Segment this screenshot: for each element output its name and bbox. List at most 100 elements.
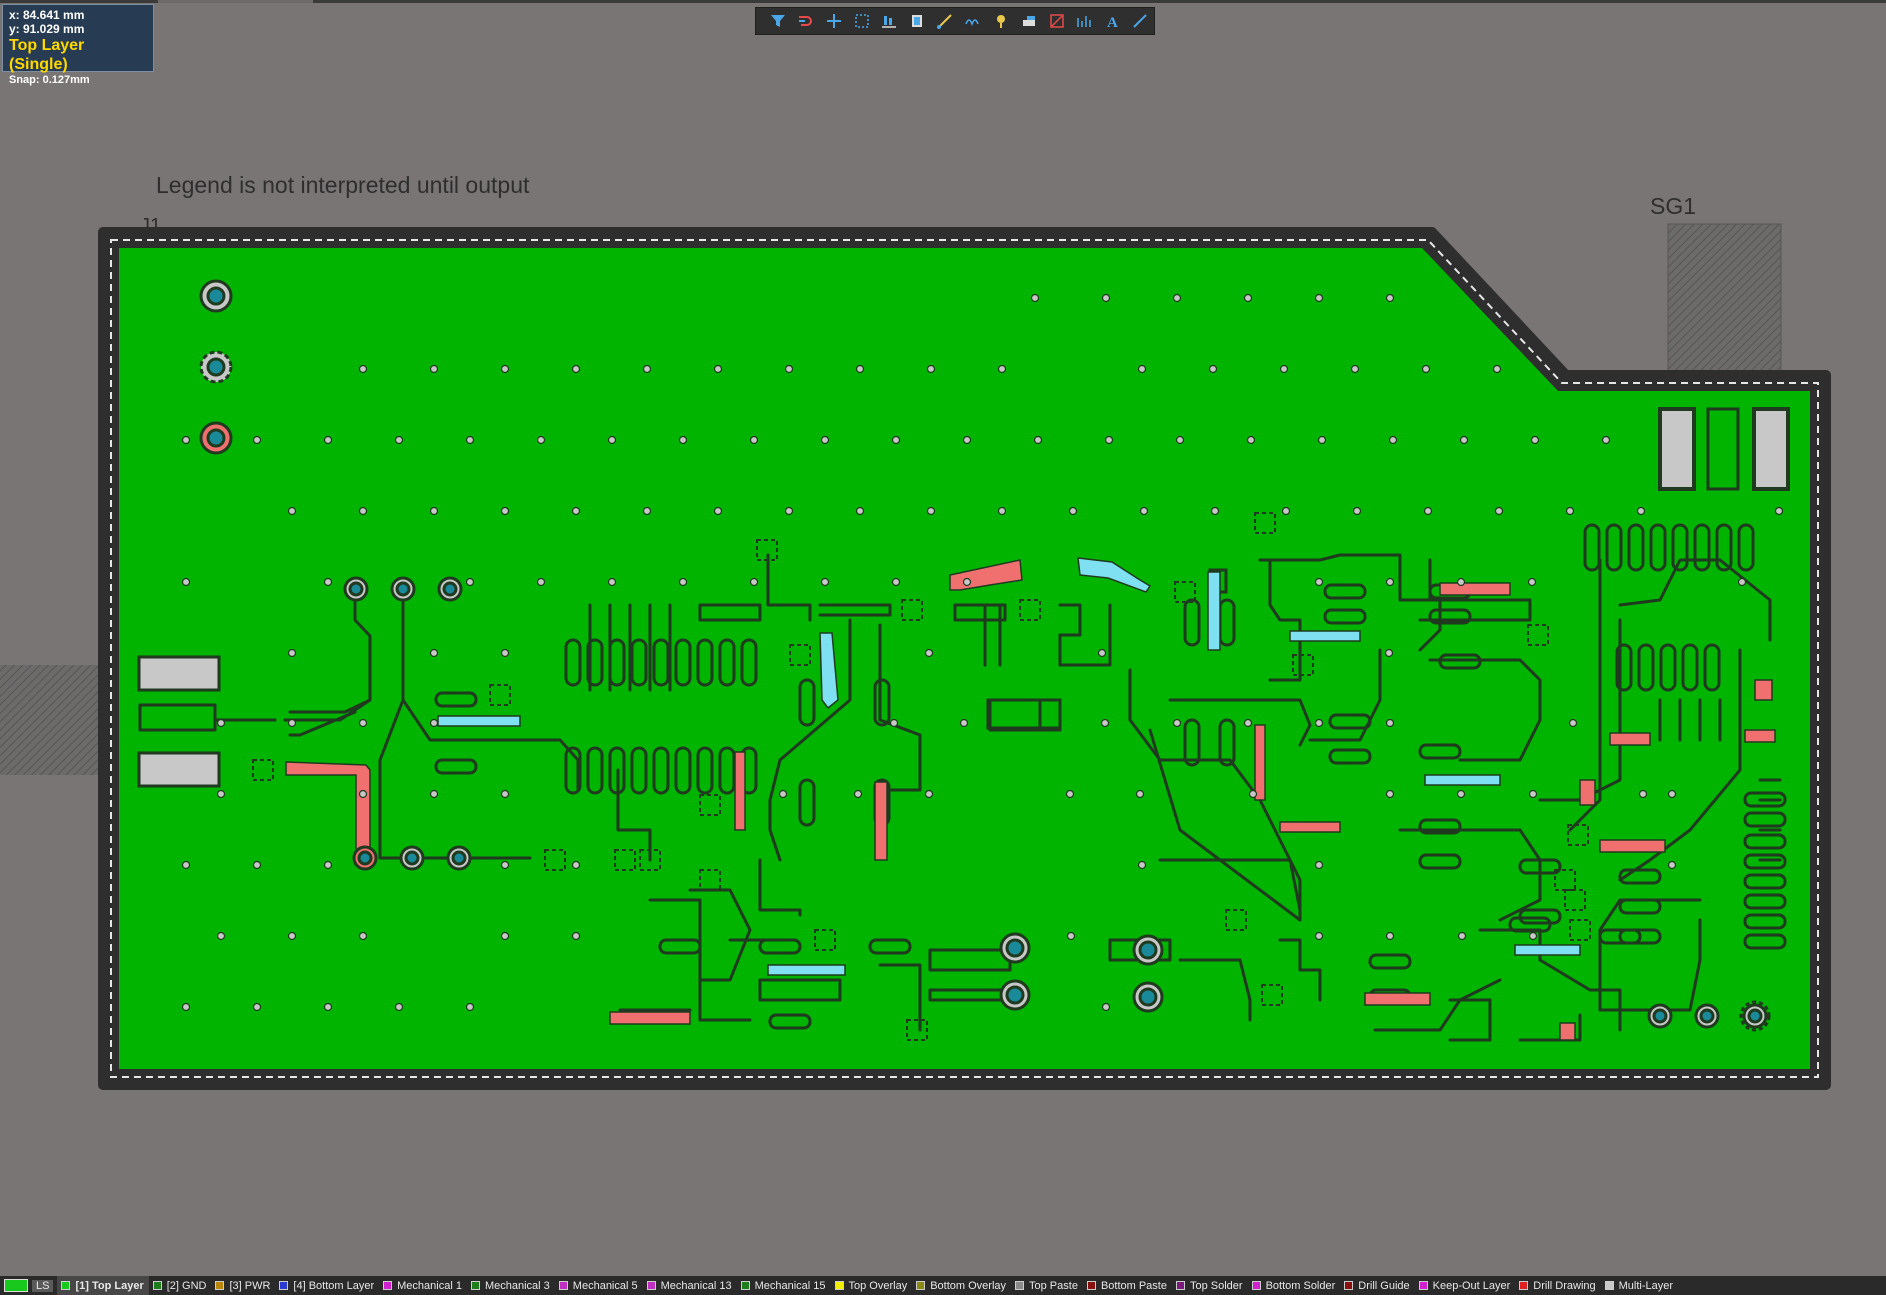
- via[interactable]: [1030, 293, 1040, 303]
- place-via-button[interactable]: [1015, 9, 1043, 33]
- via[interactable]: [1246, 435, 1256, 445]
- via[interactable]: [1459, 435, 1469, 445]
- layer-tab[interactable]: Top Overlay: [831, 1276, 913, 1295]
- via[interactable]: [1172, 718, 1182, 728]
- via[interactable]: [571, 860, 581, 870]
- via[interactable]: [323, 860, 333, 870]
- via[interactable]: [323, 1002, 333, 1012]
- via[interactable]: [962, 435, 972, 445]
- via[interactable]: [500, 789, 510, 799]
- via[interactable]: [1421, 364, 1431, 374]
- line-button[interactable]: [1126, 9, 1154, 33]
- via[interactable]: [571, 506, 581, 516]
- via[interactable]: [358, 931, 368, 941]
- via[interactable]: [1314, 577, 1324, 587]
- via[interactable]: [1137, 364, 1147, 374]
- via[interactable]: [1100, 718, 1110, 728]
- via[interactable]: [1530, 435, 1540, 445]
- pcb-canvas[interactable]: Legend is not interpreted until output J…: [0, 0, 1886, 1295]
- via[interactable]: [287, 506, 297, 516]
- layer-tab[interactable]: Mechanical 3: [467, 1276, 555, 1295]
- via[interactable]: [678, 435, 688, 445]
- via[interactable]: [1456, 577, 1466, 587]
- via[interactable]: [465, 435, 475, 445]
- via[interactable]: [1385, 293, 1395, 303]
- via[interactable]: [853, 789, 863, 799]
- via[interactable]: [1314, 931, 1324, 941]
- via[interactable]: [713, 364, 723, 374]
- via[interactable]: [252, 435, 262, 445]
- text-button[interactable]: A: [1098, 9, 1126, 33]
- via[interactable]: [642, 364, 652, 374]
- via[interactable]: [323, 577, 333, 587]
- via[interactable]: [1137, 860, 1147, 870]
- via[interactable]: [429, 364, 439, 374]
- via[interactable]: [924, 789, 934, 799]
- interactive-routing-button[interactable]: [931, 9, 959, 33]
- via[interactable]: [1667, 789, 1677, 799]
- via[interactable]: [181, 577, 191, 587]
- via[interactable]: [1385, 718, 1395, 728]
- via[interactable]: [1352, 506, 1362, 516]
- layer-tab[interactable]: Top Paste: [1011, 1276, 1083, 1295]
- via[interactable]: [500, 364, 510, 374]
- layer-tab[interactable]: Bottom Solder: [1248, 1276, 1341, 1295]
- via[interactable]: [1774, 506, 1784, 516]
- via[interactable]: [1350, 364, 1360, 374]
- via[interactable]: [997, 506, 1007, 516]
- via[interactable]: [358, 506, 368, 516]
- via[interactable]: [778, 789, 788, 799]
- via[interactable]: [216, 718, 226, 728]
- via[interactable]: [500, 648, 510, 658]
- via[interactable]: [1314, 293, 1324, 303]
- via[interactable]: [1175, 435, 1185, 445]
- via[interactable]: [1667, 860, 1677, 870]
- via[interactable]: [1492, 364, 1502, 374]
- via[interactable]: [1314, 718, 1324, 728]
- layer-tab[interactable]: Bottom Paste: [1083, 1276, 1172, 1295]
- via[interactable]: [500, 506, 510, 516]
- via[interactable]: [1281, 506, 1291, 516]
- via[interactable]: [1068, 506, 1078, 516]
- diff-pair-button[interactable]: [959, 9, 987, 33]
- layer-tab[interactable]: [1] Top Layer: [57, 1276, 149, 1295]
- via[interactable]: [855, 364, 865, 374]
- layer-tab[interactable]: Mechanical 1: [379, 1276, 467, 1295]
- layer-tab[interactable]: Mechanical 5: [555, 1276, 643, 1295]
- via[interactable]: [500, 860, 510, 870]
- via[interactable]: [1097, 648, 1107, 658]
- via[interactable]: [713, 506, 723, 516]
- via[interactable]: [287, 931, 297, 941]
- length-tune-button[interactable]: [987, 9, 1015, 33]
- via[interactable]: [571, 364, 581, 374]
- via[interactable]: [1172, 293, 1182, 303]
- via[interactable]: [1737, 577, 1747, 587]
- layer-tab[interactable]: [4] Bottom Layer: [275, 1276, 379, 1295]
- route-button[interactable]: [792, 9, 820, 33]
- layer-tab[interactable]: [2] GND: [149, 1276, 212, 1295]
- via[interactable]: [1423, 506, 1433, 516]
- place-component-button[interactable]: [903, 9, 931, 33]
- via[interactable]: [429, 789, 439, 799]
- via[interactable]: [1457, 931, 1467, 941]
- layer-tab[interactable]: Mechanical 15: [737, 1276, 831, 1295]
- layer-set-button[interactable]: LS: [0, 1276, 57, 1295]
- via[interactable]: [1314, 860, 1324, 870]
- via[interactable]: [820, 577, 830, 587]
- via[interactable]: [1104, 435, 1114, 445]
- via[interactable]: [784, 364, 794, 374]
- via[interactable]: [820, 435, 830, 445]
- cross-probe-button[interactable]: [820, 9, 848, 33]
- via[interactable]: [749, 435, 759, 445]
- via[interactable]: [1388, 435, 1398, 445]
- via[interactable]: [889, 718, 899, 728]
- via[interactable]: [997, 364, 1007, 374]
- via[interactable]: [465, 1002, 475, 1012]
- via[interactable]: [607, 435, 617, 445]
- align-button[interactable]: [875, 9, 903, 33]
- via[interactable]: [216, 789, 226, 799]
- via[interactable]: [1385, 789, 1395, 799]
- polygon-button[interactable]: [1043, 9, 1071, 33]
- via[interactable]: [358, 718, 368, 728]
- via[interactable]: [358, 789, 368, 799]
